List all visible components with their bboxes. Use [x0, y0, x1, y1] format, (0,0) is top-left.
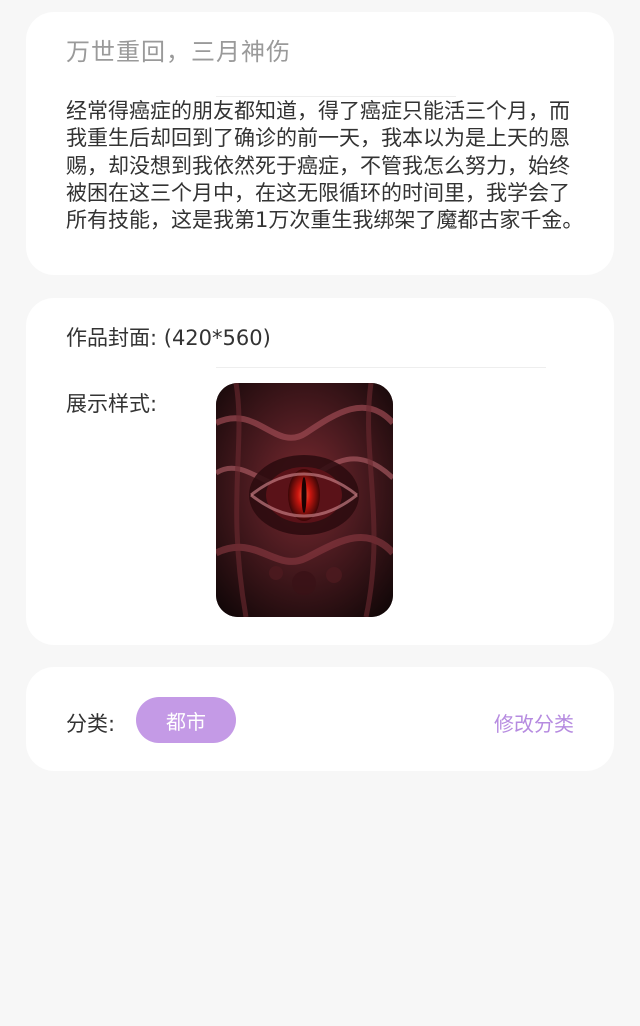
- cover-label: 作品封面: (420*560): [66, 326, 271, 350]
- title-synopsis-card: 万世重回，三月神伤 经常得癌症的朋友都知道，得了癌症只能活三个月，而我重生后却回…: [26, 12, 614, 275]
- category-card: 分类: 都市 修改分类: [26, 667, 614, 771]
- category-label: 分类:: [66, 712, 116, 736]
- title-divider: [216, 96, 456, 97]
- book-title[interactable]: 万世重回，三月神伤: [66, 32, 291, 67]
- category-chip[interactable]: 都市: [136, 697, 236, 743]
- cover-card: 作品封面: (420*560) 展示样式:: [26, 298, 614, 645]
- cover-divider: [216, 367, 546, 368]
- eye-artwork-icon: [216, 383, 393, 617]
- edit-category-link[interactable]: 修改分类: [494, 708, 574, 737]
- synopsis-text[interactable]: 经常得癌症的朋友都知道，得了癌症只能活三个月，而我重生后却回到了确诊的前一天，我…: [66, 98, 586, 234]
- cover-image[interactable]: [216, 383, 393, 617]
- display-style-label: 展示样式:: [66, 392, 158, 416]
